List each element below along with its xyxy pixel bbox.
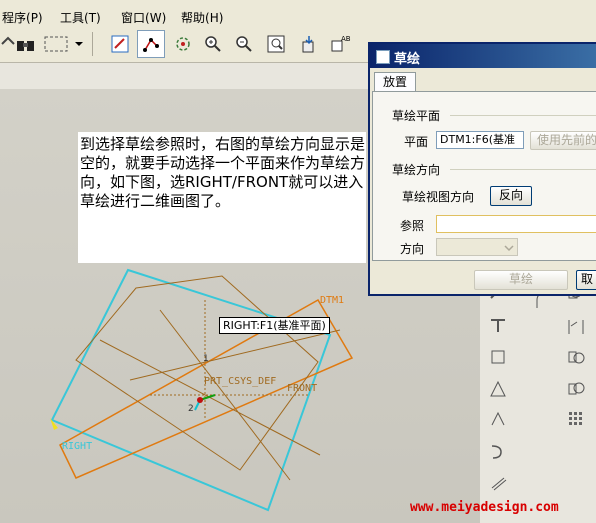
extend-icon[interactable] <box>486 408 510 430</box>
selection-tooltip: RIGHT:F1(基准平面) <box>219 317 330 334</box>
csys-label: PRT_CSYS_DEF <box>204 376 277 387</box>
sketch-dialog: 草绘 放置 草绘平面 平面 DTM1:F6(基准 使用先前的 草绘方向 草绘视图… <box>368 42 596 296</box>
use-previous-button[interactable]: 使用先前的 <box>530 131 596 150</box>
front-plane-label: FRONT <box>287 383 318 394</box>
cancel-button[interactable]: 取 <box>576 270 596 290</box>
front-plane-outline <box>75 275 319 471</box>
feature-toolbar <box>480 258 596 523</box>
sketch-button[interactable]: 草绘 <box>474 270 568 290</box>
mirror-icon[interactable] <box>564 346 588 368</box>
rib-icon[interactable] <box>486 346 510 368</box>
grid-pattern-icon[interactable] <box>564 408 588 430</box>
flip-button[interactable]: 反向 <box>490 186 532 206</box>
axis-label-2: 2 <box>188 404 194 414</box>
section-sketch-direction: 草绘方向 <box>392 163 441 177</box>
watermark: www.meiyadesign.com <box>410 500 559 515</box>
axis-label-1: 1 <box>203 354 209 364</box>
dialog-title: 草绘 <box>394 52 421 67</box>
orientation-label: 方向 <box>400 242 425 256</box>
wrap-icon[interactable] <box>486 440 510 462</box>
window-icon <box>376 50 390 64</box>
plane-label: 平面 <box>404 135 429 149</box>
trim-icon[interactable] <box>486 378 510 400</box>
shell-icon[interactable] <box>486 314 510 336</box>
dialog-titlebar[interactable]: 草绘 <box>370 44 596 68</box>
tab-placement[interactable]: 放置 <box>374 72 416 92</box>
reference-label: 参照 <box>400 219 425 233</box>
draft-icon[interactable] <box>564 316 588 338</box>
plane-field[interactable]: DTM1:F6(基准 <box>436 131 524 149</box>
section-sketch-plane: 草绘平面 <box>392 109 441 123</box>
right-plane-label: RIGHT <box>62 441 93 452</box>
offset-icon[interactable] <box>486 472 510 494</box>
orientation-select[interactable] <box>436 238 518 256</box>
pattern-icon[interactable] <box>564 376 588 398</box>
view-direction-label: 草绘视图方向 <box>402 190 475 204</box>
chevron-down-icon <box>504 245 514 252</box>
csys-origin <box>197 397 203 403</box>
dtm1-label: DTM1 <box>320 295 345 306</box>
instruction-note: 到选择草绘参照时，右图的草绘方向显示是空的，就要手动选择一个平面来作为草绘方向，… <box>78 132 366 263</box>
reference-field[interactable] <box>436 215 596 233</box>
